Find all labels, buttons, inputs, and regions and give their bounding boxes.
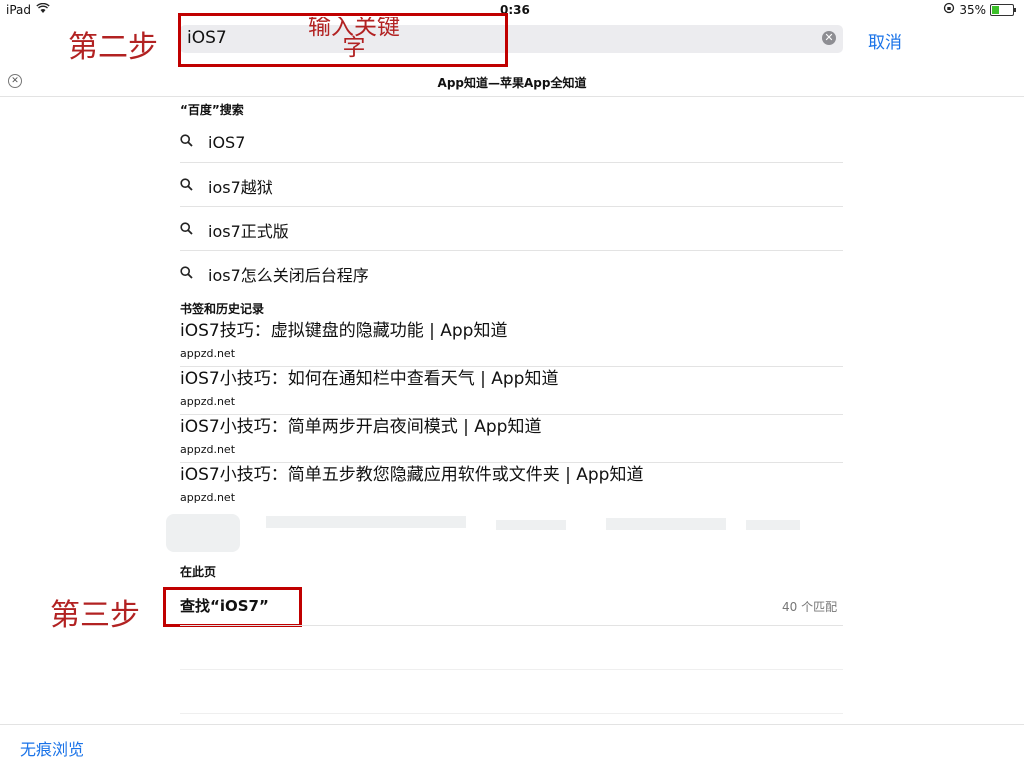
bookmark-title: iOS7小技巧：简单五步教您隐藏应用软件或文件夹 | App知道 (180, 465, 644, 485)
divider (0, 96, 1024, 97)
search-icon (180, 265, 194, 283)
battery-icon (990, 3, 1016, 16)
footer-divider (0, 724, 1024, 725)
divider (180, 414, 843, 415)
bookmark-url: appzd.net (180, 491, 236, 504)
find-on-page-item[interactable]: 查找“iOS7” (180, 595, 269, 616)
divider (180, 462, 843, 463)
bookmark-item[interactable]: iOS7技巧：虚拟键盘的隐藏功能 | App知道 appzd.net (180, 321, 843, 360)
bookmark-title: iOS7小技巧：简单两步开启夜间模式 | App知道 (180, 417, 542, 437)
cancel-button[interactable]: 取消 (868, 28, 902, 53)
baidu-section-header: “百度”搜索 (180, 103, 244, 117)
divider (180, 206, 843, 207)
divider (180, 162, 843, 163)
battery-percent: 35% (959, 2, 986, 17)
suggestion-item[interactable]: ios7怎么关闭后台程序 (180, 252, 843, 296)
onpage-section-header: 在此页 (180, 565, 217, 579)
bookmark-item[interactable]: iOS7小技巧：简单两步开启夜间模式 | App知道 appzd.net (180, 417, 843, 456)
suggestion-item[interactable]: iOS7 (180, 120, 843, 164)
clear-icon[interactable]: ✕ (822, 31, 836, 45)
search-icon (180, 133, 194, 151)
bookmark-url: appzd.net (180, 347, 236, 360)
private-browsing-button[interactable]: 无痕浏览 (20, 736, 84, 760)
wifi-icon (36, 2, 50, 17)
bookmark-url: appzd.net (180, 443, 236, 456)
bookmark-item[interactable]: iOS7小技巧：如何在通知栏中查看天气 | App知道 appzd.net (180, 369, 843, 408)
suggestion-text: iOS7 (208, 132, 246, 152)
bookmark-title: iOS7技巧：虚拟键盘的隐藏功能 | App知道 (180, 321, 508, 341)
bookmarks-section-header: 书签和历史记录 (180, 302, 265, 316)
divider (180, 669, 843, 670)
step2-label: 第二步 (68, 30, 158, 65)
step2-hint: 输入关键字 (308, 17, 400, 61)
suggestion-item[interactable]: ios7正式版 (180, 208, 843, 252)
bookmark-title: iOS7小技巧：如何在通知栏中查看天气 | App知道 (180, 369, 559, 389)
match-count: 40 个匹配 (782, 600, 838, 614)
bookmark-item[interactable]: iOS7小技巧：简单五步教您隐藏应用软件或文件夹 | App知道 appzd.n… (180, 465, 843, 504)
divider (180, 625, 843, 626)
suggestion-item[interactable]: ios7越狱 (180, 164, 843, 208)
search-icon (180, 177, 194, 195)
rotation-lock-icon (943, 2, 955, 17)
divider (180, 250, 843, 251)
search-icon (180, 221, 194, 239)
divider (180, 713, 843, 714)
status-bar: iPad 0:36 35% (0, 0, 1024, 20)
suggestion-text: ios7怎么关闭后台程序 (208, 266, 369, 285)
device-name: iPad (6, 3, 32, 17)
blurred-region (166, 508, 846, 553)
page-title: App知道—苹果App全知道 (437, 76, 587, 90)
bookmark-url: appzd.net (180, 395, 236, 408)
suggestion-text: ios7正式版 (208, 222, 289, 241)
suggestion-text: ios7越狱 (208, 178, 273, 197)
step3-label: 第三步 (50, 598, 140, 633)
divider (180, 366, 843, 367)
status-right: 35% (943, 2, 1016, 17)
